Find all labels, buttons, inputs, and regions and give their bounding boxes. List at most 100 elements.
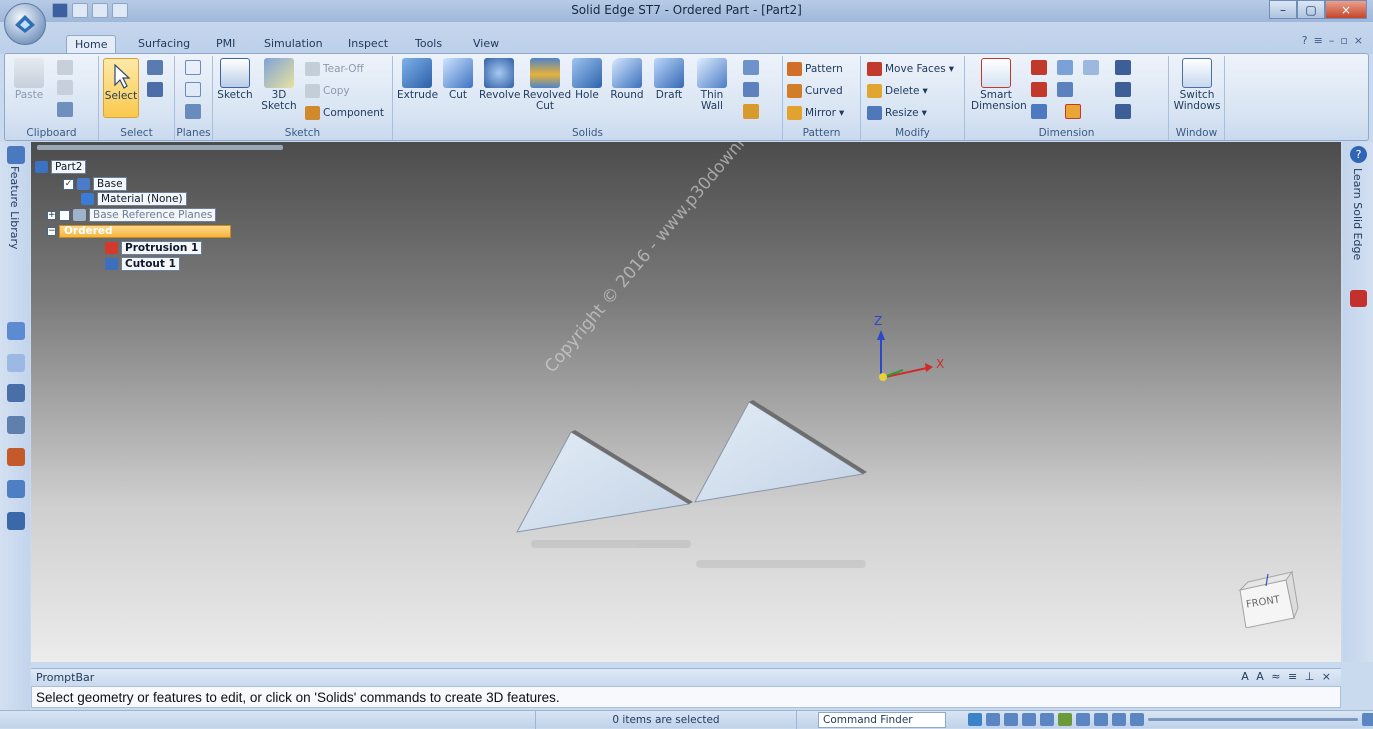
component-button[interactable]: Component: [305, 106, 384, 120]
sketch-view-icon[interactable]: [1076, 713, 1090, 726]
group-clipboard: Paste Clipboard: [5, 56, 99, 140]
text-size-up-icon[interactable]: [1115, 82, 1131, 97]
hole-button[interactable]: Hole: [571, 58, 603, 101]
help-icon[interactable]: ?: [1302, 34, 1308, 47]
helix-icon[interactable]: [743, 104, 759, 119]
feature-library-icon[interactable]: [7, 146, 25, 164]
help-circle-icon[interactable]: ?: [1350, 146, 1367, 163]
text-size-down-icon[interactable]: [1115, 104, 1131, 119]
cut-icon[interactable]: [57, 60, 73, 75]
pathfinder-icon[interactable]: [7, 322, 25, 340]
select-button[interactable]: Select: [103, 58, 139, 118]
smart-dimension-button[interactable]: Smart Dimension: [971, 58, 1027, 112]
select-filter-icon[interactable]: [147, 60, 163, 75]
application-button[interactable]: [4, 3, 46, 45]
round-button[interactable]: Round: [607, 58, 647, 101]
ribbon-min-icon[interactable]: ≡: [1314, 34, 1323, 47]
switch-windows-button[interactable]: Switch Windows: [1173, 58, 1221, 112]
part-properties-icon[interactable]: [7, 512, 25, 530]
curved-pattern-button[interactable]: Curved: [787, 84, 843, 98]
zoom-icon[interactable]: [1004, 713, 1018, 726]
family-of-parts-icon[interactable]: [7, 384, 25, 402]
tab-home[interactable]: Home: [66, 35, 117, 54]
format-painter-icon[interactable]: [57, 102, 73, 117]
draft-button[interactable]: Draft: [651, 58, 687, 101]
doc-restore-icon[interactable]: ▫: [1340, 34, 1347, 47]
lofted-icon[interactable]: [743, 82, 759, 97]
triangle-solid-2[interactable]: [694, 400, 867, 503]
model-geometry: [516, 330, 933, 568]
zoom-slider[interactable]: [1148, 718, 1358, 721]
variables-icon[interactable]: [7, 480, 25, 498]
view-orientation-icon[interactable]: [1094, 713, 1108, 726]
fit-icon[interactable]: [1022, 713, 1036, 726]
refresh-icon[interactable]: [968, 713, 982, 726]
sketch-button[interactable]: Sketch: [217, 58, 253, 101]
paste-button[interactable]: Paste: [11, 58, 47, 101]
pattern-icon: [787, 62, 802, 76]
coordinate-system-icon[interactable]: [185, 104, 201, 119]
minimize-button[interactable]: –: [1269, 0, 1297, 19]
triad-axes: [877, 330, 933, 381]
cut-button[interactable]: Cut: [443, 58, 473, 101]
thin-wall-button[interactable]: Thin Wall: [691, 58, 733, 112]
selection-manager-icon[interactable]: [147, 82, 163, 97]
tab-simulation[interactable]: Simulation: [256, 35, 331, 54]
view-cube[interactable]: FRONT: [1236, 570, 1300, 629]
angle-between-icon[interactable]: [1031, 82, 1047, 97]
revolve-button[interactable]: Revolve: [479, 58, 521, 101]
tab-surfacing[interactable]: Surfacing: [130, 35, 198, 54]
tab-view[interactable]: View: [465, 35, 507, 54]
color-manager-icon[interactable]: [7, 448, 25, 466]
maximize-button[interactable]: ▢: [1297, 0, 1325, 19]
draft-icon: [654, 58, 684, 88]
plane-icon[interactable]: [185, 60, 201, 75]
zoom-out-icon[interactable]: [1130, 713, 1144, 726]
resize-button[interactable]: Resize ▾: [867, 106, 927, 120]
relations-icon[interactable]: [1083, 60, 1099, 75]
more-planes-icon[interactable]: [185, 82, 201, 97]
tab-pmi[interactable]: PMI: [208, 35, 243, 54]
delete-button[interactable]: Delete ▾: [867, 84, 928, 98]
revolved-cut-button[interactable]: Revolved Cut: [523, 58, 571, 112]
swept-icon[interactable]: [743, 60, 759, 75]
sensors-icon[interactable]: [7, 416, 25, 434]
close-button[interactable]: ×: [1325, 0, 1367, 19]
tab-tools[interactable]: Tools: [407, 35, 450, 54]
dim-style-icon[interactable]: [1115, 60, 1131, 75]
pan-icon[interactable]: [1040, 713, 1054, 726]
doc-close-icon[interactable]: ×: [1354, 34, 1363, 47]
feature-library-tab[interactable]: Feature Library: [8, 166, 21, 250]
coordinate-dim-icon[interactable]: [1031, 104, 1047, 119]
distance-between-icon[interactable]: [1031, 60, 1047, 75]
group-modify: Move Faces ▾ Delete ▾ Resize ▾ Modify: [861, 56, 965, 140]
tear-off-button[interactable]: Tear-Off: [305, 62, 364, 76]
triangle-solid-1[interactable]: [516, 430, 693, 533]
render-mode-icon[interactable]: [1112, 713, 1126, 726]
layers-icon[interactable]: [7, 354, 25, 372]
zoom-area-icon[interactable]: [986, 713, 1000, 726]
tab-inspect[interactable]: Inspect: [340, 35, 396, 54]
learn-solid-edge-tab[interactable]: Learn Solid Edge: [1351, 168, 1364, 260]
rotate-icon[interactable]: [1058, 713, 1072, 726]
command-finder-input[interactable]: Command Finder: [818, 712, 946, 728]
mirror-button[interactable]: Mirror ▾: [787, 106, 844, 120]
3d-viewport[interactable]: Part2 ✓ Base Material (None) + Base Refe…: [31, 142, 1341, 662]
table-icon[interactable]: [1065, 104, 1081, 119]
promptbar-header: PromptBar A A ≈ ≡ ⊥ ×: [31, 668, 1341, 686]
group-label-solids: Solids: [571, 127, 604, 139]
doc-min-icon[interactable]: –: [1329, 34, 1335, 47]
dim-axis-icon[interactable]: [1057, 82, 1073, 97]
promptbar-title: PromptBar: [36, 671, 95, 684]
3d-sketch-button[interactable]: 3D Sketch: [259, 58, 299, 112]
zoom-in-icon[interactable]: [1362, 713, 1373, 726]
copy-icon[interactable]: [57, 80, 73, 95]
extrude-button[interactable]: Extrude: [397, 58, 438, 101]
promptbar-controls[interactable]: A A ≈ ≡ ⊥ ×: [1241, 670, 1333, 683]
relate-icon[interactable]: [1057, 60, 1073, 75]
youtube-icon[interactable]: [1350, 290, 1367, 307]
cursor-arrow-icon: [110, 63, 132, 89]
move-faces-button[interactable]: Move Faces ▾: [867, 62, 954, 76]
pattern-button[interactable]: Pattern: [787, 62, 843, 76]
copy-sketch-button[interactable]: Copy: [305, 84, 350, 98]
